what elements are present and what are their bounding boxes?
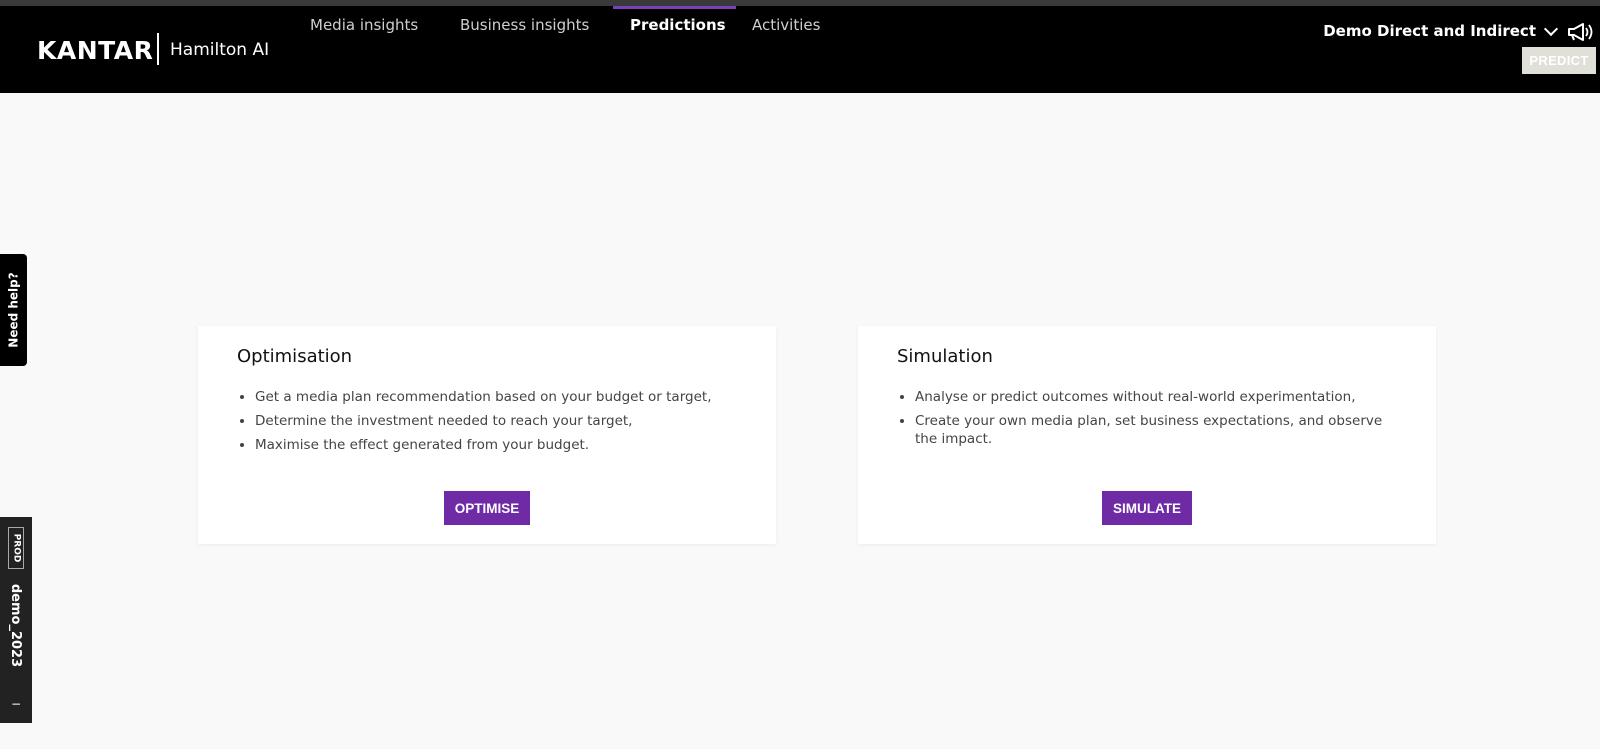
- environment-collapse-button[interactable]: −: [8, 697, 24, 711]
- simulation-bullets: Analyse or predict outcomes without real…: [915, 388, 1395, 454]
- list-item: Determine the investment needed to reach…: [255, 412, 735, 430]
- simulation-card: Simulation Analyse or predict outcomes w…: [858, 326, 1436, 544]
- environment-badge-label: PROD: [11, 533, 21, 563]
- megaphone-icon[interactable]: [1566, 22, 1594, 42]
- need-help-label: Need help?: [6, 272, 21, 348]
- app-header: KANTAR Hamilton AI Media insights Busine…: [0, 6, 1600, 93]
- simulation-title: Simulation: [897, 346, 993, 367]
- list-item: Get a media plan recommendation based on…: [255, 388, 735, 406]
- simulate-button[interactable]: SIMULATE: [1102, 491, 1192, 525]
- tab-activities[interactable]: Activities: [752, 16, 820, 34]
- chevron-down-icon: [1543, 21, 1559, 36]
- product-name: Hamilton AI: [170, 40, 270, 60]
- optimisation-card: Optimisation Get a media plan recommenda…: [198, 326, 776, 544]
- active-tab-indicator: [613, 6, 736, 9]
- environment-badge: PROD: [8, 527, 24, 569]
- optimisation-title: Optimisation: [237, 346, 353, 367]
- list-item: Maximise the effect generated from your …: [255, 436, 735, 454]
- project-selector[interactable]: Demo Direct and Indirect: [1323, 21, 1559, 40]
- need-help-tab[interactable]: Need help?: [0, 254, 27, 366]
- logo-divider: [157, 33, 159, 65]
- tab-predictions[interactable]: Predictions: [630, 16, 726, 34]
- environment-panel: PROD demo_2023 −: [0, 517, 32, 723]
- optimisation-bullets: Get a media plan recommendation based on…: [255, 388, 735, 460]
- project-name: Demo Direct and Indirect: [1323, 22, 1536, 40]
- tab-media-insights[interactable]: Media insights: [310, 16, 418, 34]
- optimise-button[interactable]: OPTIMISE: [444, 491, 530, 525]
- tab-business-insights[interactable]: Business insights: [460, 16, 589, 34]
- environment-name: demo_2023: [4, 577, 28, 673]
- kantar-logo[interactable]: KANTAR: [37, 36, 153, 65]
- predict-button[interactable]: PREDICT: [1522, 47, 1596, 74]
- list-item: Analyse or predict outcomes without real…: [915, 388, 1395, 406]
- environment-name-label: demo_2023: [8, 583, 24, 667]
- list-item: Create your own media plan, set business…: [915, 412, 1395, 448]
